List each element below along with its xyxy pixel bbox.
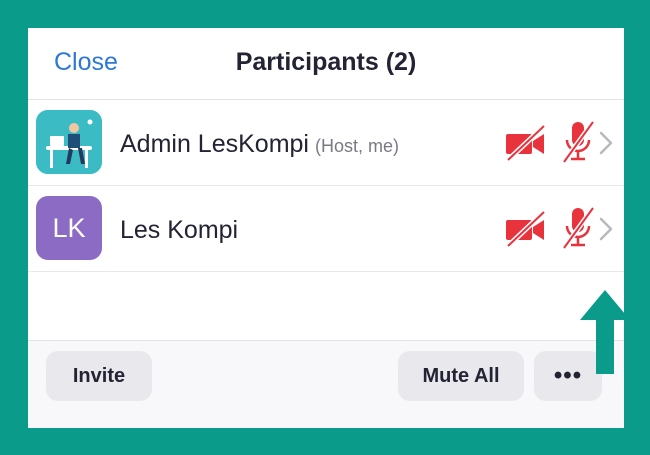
chevron-right-icon[interactable] [596,214,616,244]
up-arrow-icon [580,290,624,374]
participants-footer: Invite Mute All ••• [28,340,624,428]
person-at-desk-illustration [36,110,102,174]
chevron-right-icon[interactable] [596,128,616,158]
mic-muted-icon[interactable] [561,204,595,252]
participant-name: Les Kompi [120,216,238,245]
video-off-icon[interactable] [504,124,546,162]
avatar-initials: LK [52,212,86,243]
avatar: LK [36,196,102,260]
participant-row[interactable]: Admin LesKompi (Host, me) [28,100,624,186]
participant-name: Admin LesKompi (Host, me) [120,130,399,159]
mic-muted-icon[interactable] [561,118,595,166]
participants-panel: Close Participants (2) Admin LesKompi (Ho… [28,28,624,428]
avatar [36,110,102,174]
participant-role: (Host, me) [314,136,399,156]
participants-header: Close Participants (2) [28,28,624,100]
participant-name-text: Admin LesKompi [120,130,309,158]
video-off-icon[interactable] [504,210,546,248]
invite-button[interactable]: Invite [46,351,152,401]
participant-row[interactable]: LK Les Kompi [28,186,624,272]
mute-all-button[interactable]: Mute All [398,351,524,401]
close-button[interactable]: Close [54,48,118,77]
participant-name-text: Les Kompi [120,216,239,244]
